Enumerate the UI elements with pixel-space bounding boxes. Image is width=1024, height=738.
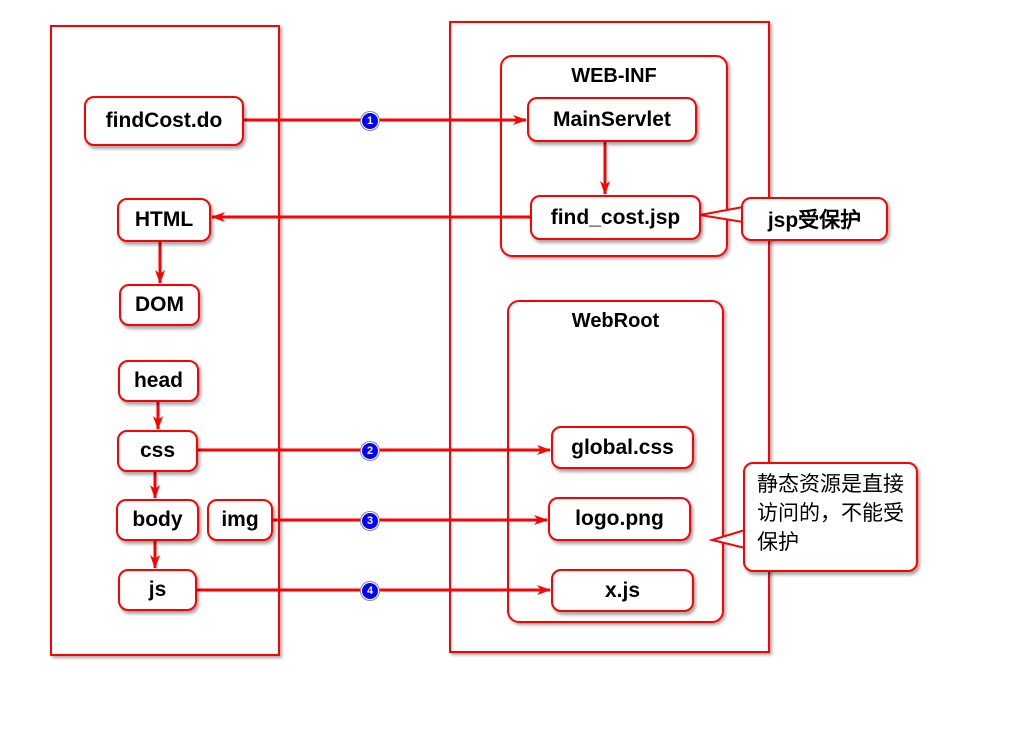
callout-tail-jsp bbox=[699, 205, 744, 224]
node-dom: DOM bbox=[119, 284, 200, 326]
node-main-servlet: MainServlet bbox=[527, 97, 697, 142]
node-findcost-do: findCost.do bbox=[84, 96, 244, 146]
diagram: WEB-INF WebRoot findCost.do HTML DOM hea… bbox=[0, 0, 1024, 738]
node-global-css: global.css bbox=[551, 426, 694, 469]
step-badge-3: 3 bbox=[361, 512, 379, 530]
step-badge-2: 2 bbox=[361, 442, 379, 460]
callout-jsp-protected: jsp受保护 bbox=[741, 197, 888, 241]
node-find-cost-jsp: find_cost.jsp bbox=[530, 195, 701, 240]
node-css: css bbox=[117, 430, 198, 472]
node-html: HTML bbox=[117, 198, 211, 242]
node-body: body bbox=[116, 499, 199, 541]
node-js: js bbox=[118, 569, 197, 611]
node-x-js: x.js bbox=[551, 569, 694, 612]
node-logo-png: logo.png bbox=[548, 497, 691, 541]
step-badge-1: 1 bbox=[361, 112, 379, 130]
node-img: img bbox=[207, 499, 273, 541]
node-head: head bbox=[118, 360, 199, 402]
callout-static-resources: 静态资源是直接访问的，不能受保护 bbox=[743, 462, 918, 572]
callout-tail-static bbox=[708, 528, 746, 550]
step-badge-4: 4 bbox=[361, 582, 379, 600]
